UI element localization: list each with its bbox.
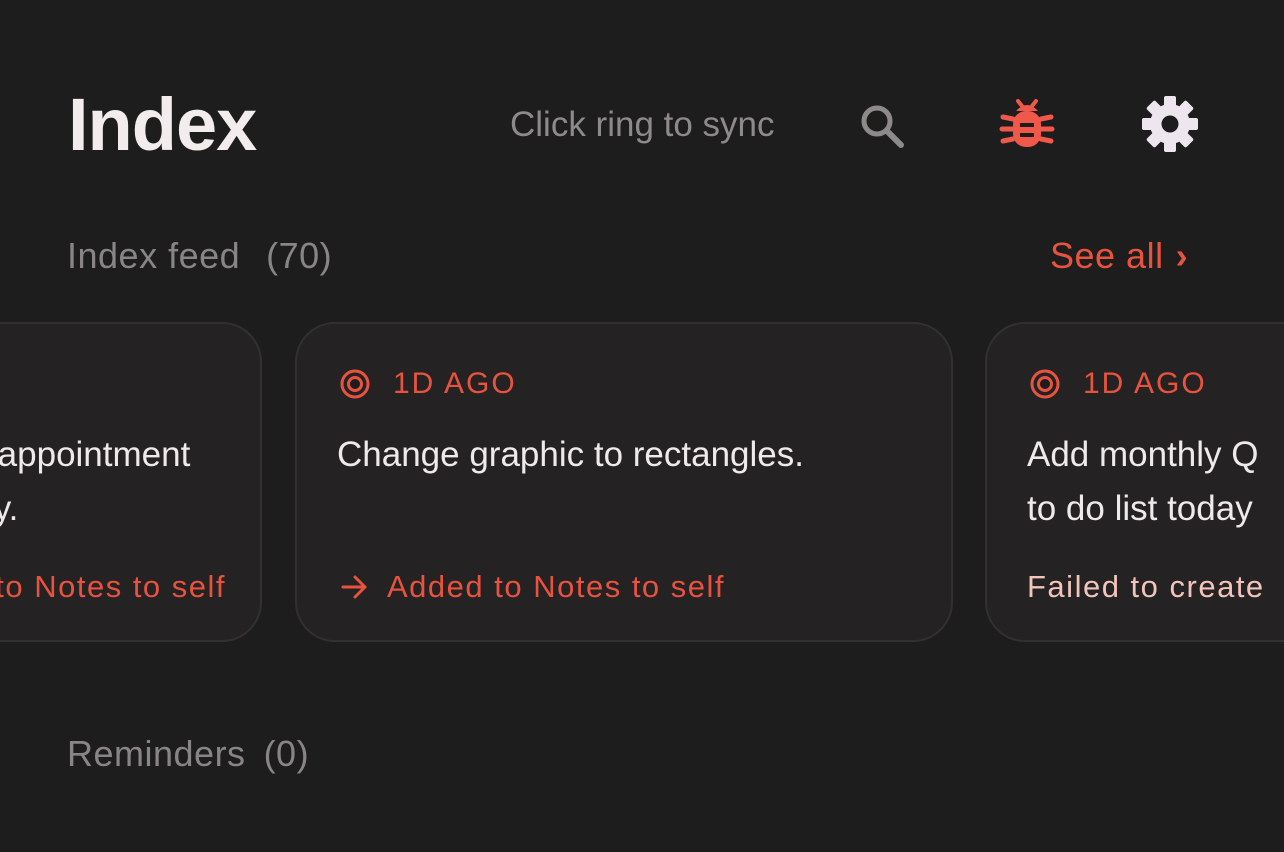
card-body-line: Add monthly Q (1027, 435, 1259, 474)
app-root: Index Click ring to sync Index feed (70)… (0, 0, 1284, 852)
card-body-line: Change graphic to rectangles. (337, 435, 804, 474)
feed-card[interactable]: 1D AGO Change graphic to rectangles. Add… (295, 322, 953, 642)
index-feed-header: Index feed (70) (67, 234, 332, 278)
card-body-line: Schedule appointment (0, 435, 191, 474)
card-timestamp: 1D AGO (1083, 367, 1207, 400)
ring-icon (340, 369, 370, 399)
ring-icon (1030, 369, 1060, 399)
card-status: Failed to create (1027, 568, 1265, 606)
bug-icon (999, 99, 1055, 147)
arrow-right-icon (341, 575, 367, 599)
sync-hint: Click ring to sync (510, 105, 775, 144)
debug-button[interactable] (996, 93, 1058, 155)
page-title: Index (68, 83, 257, 166)
card-status: Added to Notes to self (0, 568, 226, 606)
reminders-label: Reminders (67, 733, 246, 774)
see-all-link[interactable]: See all › (1050, 234, 1188, 278)
card-body: Schedule appointment for Sunday. (0, 428, 240, 536)
reminders-count: (0) (263, 733, 310, 774)
chevron-right-icon: › (1175, 235, 1189, 276)
index-feed-count: (70) (266, 235, 333, 276)
card-body: Change graphic to rectangles. (337, 428, 931, 482)
see-all-label: See all (1050, 235, 1164, 276)
card-body-line: for Sunday. (0, 489, 19, 528)
card-body-line: to do list today (1027, 489, 1253, 528)
gear-icon (1142, 96, 1198, 152)
search-icon (861, 105, 904, 148)
card-meta: 1D AGO (339, 366, 517, 402)
index-feed-label: Index feed (67, 235, 241, 276)
search-button[interactable] (852, 96, 912, 156)
card-status-text: Added to Notes to self (387, 569, 726, 604)
card-timestamp: 1D AGO (393, 367, 517, 400)
feed-card[interactable]: Schedule appointment for Sunday. Added t… (0, 322, 262, 642)
card-status: Added to Notes to self (341, 568, 725, 606)
card-status-text: Added to Notes to self (0, 569, 227, 604)
settings-button[interactable] (1138, 92, 1202, 156)
card-body: Add monthly Q to do list today (1027, 428, 1284, 536)
card-status-text: Failed to create (1027, 569, 1265, 604)
reminders-header: Reminders (0) (67, 732, 309, 776)
card-meta: 1D AGO (1029, 366, 1207, 402)
feed-card[interactable]: 1D AGO Add monthly Q to do list today Fa… (985, 322, 1284, 642)
